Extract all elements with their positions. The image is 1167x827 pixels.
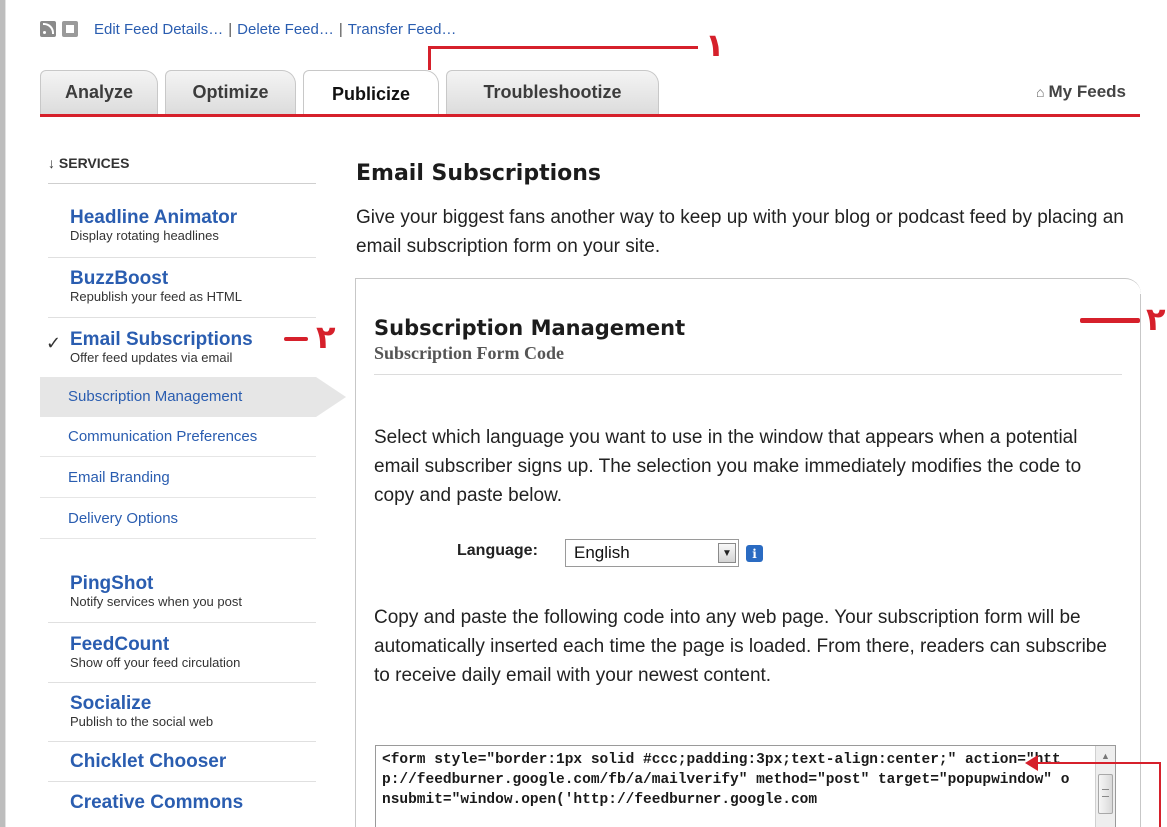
- divider: [48, 257, 316, 258]
- grip-icon: [1102, 789, 1109, 797]
- divider: [48, 741, 316, 742]
- page-intro: Give your biggest fans another way to ke…: [356, 207, 1124, 257]
- panel-border: [1140, 294, 1141, 827]
- sidebar-item-email-subscriptions[interactable]: Email Subscriptions Offer feed updates v…: [70, 329, 253, 365]
- rss-icon[interactable]: [40, 21, 56, 37]
- language-select[interactable]: English ▼: [565, 539, 739, 567]
- service-name: PingShot: [70, 573, 154, 594]
- sidebar-item-feedcount[interactable]: FeedCount Show off your feed circulation: [70, 634, 240, 670]
- service-desc: Notify services when you post: [70, 594, 242, 609]
- service-name: Socialize: [70, 693, 152, 714]
- feed-actions-bar: Edit Feed Details… | Delete Feed… | Tran…: [40, 18, 456, 40]
- annotation-line: [284, 337, 308, 341]
- separator: |: [338, 20, 343, 38]
- service-name: Creative Commons: [70, 792, 244, 813]
- service-name: Chicklet Chooser: [70, 751, 227, 772]
- tab-analyze[interactable]: Analyze: [40, 70, 158, 114]
- panel-title: Subscription Management: [374, 316, 686, 340]
- active-pointer-arrow: [316, 377, 346, 417]
- sidebar-item-headline-animator[interactable]: Headline Animator Display rotating headl…: [70, 207, 237, 243]
- arrow-left-icon: [1025, 755, 1038, 771]
- sidebar-subitem-delivery-options[interactable]: Delivery Options: [40, 499, 316, 539]
- main-tabs: Analyze Optimize Publicize Troubleshooti…: [40, 70, 1140, 117]
- sidebar-item-chicklet-chooser[interactable]: Chicklet Chooser: [70, 751, 226, 773]
- code-scrollbar[interactable]: ▲: [1095, 746, 1115, 827]
- transfer-feed-link[interactable]: Transfer Feed…: [348, 21, 457, 38]
- service-name: FeedCount: [70, 634, 170, 655]
- chevron-down-icon[interactable]: ▼: [718, 543, 736, 563]
- annotation-line: [1159, 762, 1161, 827]
- annotation-underline: [40, 114, 1140, 117]
- divider: [48, 781, 316, 782]
- service-desc: Republish your feed as HTML: [70, 289, 242, 304]
- sidebar-item-socialize[interactable]: Socialize Publish to the social web: [70, 693, 213, 729]
- form-code-textarea[interactable]: <form style="border:1px solid #ccc;paddi…: [375, 745, 1116, 827]
- edit-feed-details-link[interactable]: Edit Feed Details…: [94, 21, 223, 38]
- copy-instructions: Copy and paste the following code into a…: [374, 607, 1107, 686]
- service-name: Headline Animator: [70, 207, 238, 228]
- tab-publicize[interactable]: Publicize: [303, 70, 439, 117]
- sidebar-item-creative-commons[interactable]: Creative Commons: [70, 792, 243, 814]
- annotation-line: [1080, 318, 1140, 323]
- language-instructions: Select which language you want to use in…: [374, 427, 1082, 506]
- house-icon: ⌂: [1036, 84, 1045, 100]
- annotation-line: [428, 46, 698, 49]
- sidebar-item-buzzboost[interactable]: BuzzBoost Republish your feed as HTML: [70, 268, 242, 304]
- my-feeds-link[interactable]: ⌂ My Feeds: [1036, 82, 1126, 102]
- service-desc: Show off your feed circulation: [70, 655, 241, 670]
- divider: [48, 622, 316, 623]
- info-icon[interactable]: i: [746, 545, 763, 562]
- divider: [48, 317, 316, 318]
- window-left-border: [0, 0, 6, 827]
- annotation-number-2-panel: ٢: [1146, 300, 1166, 338]
- form-code: <form style="border:1px solid #ccc;paddi…: [382, 752, 1070, 808]
- separator: |: [228, 20, 233, 38]
- check-icon: ✓: [46, 333, 62, 353]
- scrollbar-thumb[interactable]: [1098, 774, 1113, 814]
- service-desc: Display rotating headlines: [70, 228, 219, 243]
- language-selected-value: English: [574, 543, 630, 562]
- tab-troubleshootize[interactable]: Troubleshootize: [446, 70, 659, 114]
- tab-optimize[interactable]: Optimize: [165, 70, 296, 114]
- language-label: Language:: [457, 542, 538, 559]
- my-feeds-label: My Feeds: [1048, 82, 1126, 101]
- service-desc: Offer feed updates via email: [70, 350, 233, 365]
- sidebar-subitem-communication-preferences[interactable]: Communication Preferences: [40, 417, 316, 457]
- sidebar-subitem-subscription-management[interactable]: Subscription Management: [40, 377, 316, 417]
- annotation-line: [1035, 762, 1161, 764]
- services-heading: ↓ SERVICES: [48, 155, 316, 184]
- annotation-number-2: ٢: [316, 318, 336, 356]
- divider: [48, 682, 316, 683]
- service-name: Email Subscriptions: [70, 329, 253, 350]
- annotation-number-1: ١: [705, 26, 725, 64]
- page-title: Email Subscriptions: [356, 161, 601, 186]
- service-name: BuzzBoost: [70, 268, 169, 289]
- section-title: Subscription Form Code: [374, 343, 1122, 375]
- annotation-line: [428, 46, 431, 70]
- delete-feed-link[interactable]: Delete Feed…: [237, 21, 334, 38]
- feed-page-icon[interactable]: [62, 21, 78, 37]
- sidebar-item-pingshot[interactable]: PingShot Notify services when you post: [70, 573, 242, 609]
- sidebar-subitem-email-branding[interactable]: Email Branding: [40, 458, 316, 498]
- service-desc: Publish to the social web: [70, 714, 214, 729]
